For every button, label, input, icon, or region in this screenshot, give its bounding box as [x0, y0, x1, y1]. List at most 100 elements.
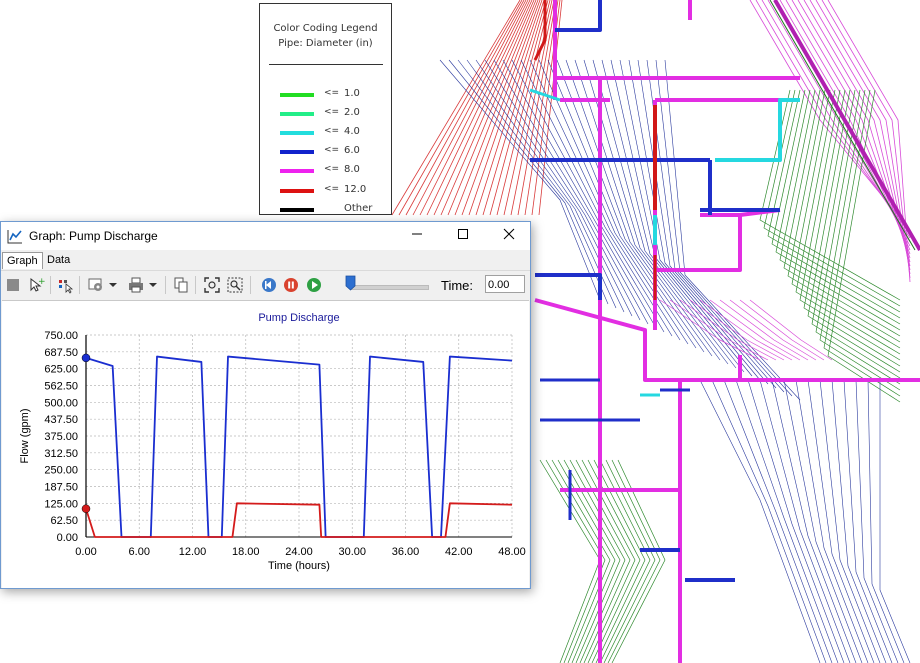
svg-text:+: +: [38, 277, 45, 287]
contour-line: [815, 89, 901, 385]
contour-line: [711, 379, 827, 663]
legend-op: <=: [324, 107, 340, 117]
y-axis-label: Flow (gpm): [19, 408, 31, 463]
chevron-down-icon[interactable]: [107, 276, 119, 294]
tab-data[interactable]: Data: [43, 252, 74, 268]
settings-gear-icon[interactable]: [87, 276, 105, 294]
rewind-icon[interactable]: [260, 276, 278, 294]
legend-value: 6.0: [344, 145, 360, 156]
contour-line: [628, 59, 769, 385]
y-tick-label: 250.00: [44, 465, 78, 477]
legend-value: 1.0: [344, 88, 360, 99]
contour-line: [779, 89, 901, 331]
y-tick-label: 125.00: [44, 498, 78, 510]
legend-swatch: [280, 112, 314, 116]
contour-line: [398, 0, 523, 216]
zoom-extents-icon[interactable]: [203, 276, 221, 294]
print-icon[interactable]: [127, 276, 145, 294]
contour-line: [637, 59, 777, 389]
legend-swatch: [280, 150, 314, 154]
contour-line: [723, 379, 833, 663]
contour-line: [646, 59, 785, 393]
pump-discharge-chart: Pump Discharge 750.00 687.50 625.00 562.50 50…: [19, 312, 526, 572]
contour-line: [747, 379, 845, 663]
contour-line: [468, 0, 543, 216]
tab-graph[interactable]: Graph: [2, 252, 43, 269]
graph-app-icon: [7, 230, 22, 244]
x-tick-label: 42.00: [445, 546, 473, 558]
legend-op: <=: [324, 145, 340, 155]
close-button[interactable]: [486, 222, 532, 250]
contour-line: [454, 0, 539, 216]
maximize-icon: [458, 229, 468, 239]
copy-icon[interactable]: [172, 276, 190, 294]
contour-line: [791, 89, 901, 349]
time-slider-thumb[interactable]: [345, 275, 356, 291]
contour-line: [405, 0, 525, 216]
contour-line: [749, 299, 833, 361]
contour-line: [807, 379, 875, 663]
contour-line: [655, 59, 793, 397]
y-tick-label: 500.00: [44, 397, 78, 409]
play-icon[interactable]: [305, 276, 323, 294]
boundary-line: [769, 0, 916, 251]
y-tick-label: 0.00: [57, 532, 78, 544]
maximize-button[interactable]: [440, 222, 486, 250]
legend-value: 12.0: [344, 184, 367, 195]
contour-line: [843, 379, 893, 663]
y-tick-label: 687.50: [44, 347, 78, 359]
chart-title: Pump Discharge: [258, 312, 339, 324]
x-tick-label: 30.00: [338, 546, 366, 558]
time-slider-track[interactable]: [351, 285, 429, 290]
x-tick-label: 18.00: [232, 546, 260, 558]
title-bar[interactable]: Graph: Pump Discharge: [1, 222, 530, 250]
y-tick-label: 625.00: [44, 364, 78, 376]
contour-line: [659, 299, 761, 361]
contour-line: [783, 379, 863, 663]
time-label: Time:: [441, 278, 474, 293]
select-pointer-icon[interactable]: +: [27, 276, 45, 294]
zoom-window-icon[interactable]: [226, 276, 244, 294]
legend-swatch: [280, 93, 314, 97]
chevron-down-icon[interactable]: [147, 276, 159, 294]
graph-window[interactable]: Graph: Pump Discharge Graph Data + Time:…: [0, 221, 531, 589]
pipe-4in: [715, 98, 800, 162]
legend-swatch: [280, 208, 314, 212]
legend-op: <=: [324, 88, 340, 98]
stop-icon[interactable]: [282, 276, 300, 294]
x-tick-label: 6.00: [129, 546, 150, 558]
series-select-icon[interactable]: [56, 276, 74, 294]
x-tick-label: 0.00: [75, 546, 96, 558]
contour-line: [699, 379, 821, 663]
y-tick-label: 750.00: [44, 330, 78, 342]
y-tick-label: 375.00: [44, 431, 78, 443]
legend-swatch: [280, 189, 314, 193]
legend-row: Other: [280, 203, 385, 217]
contour-line: [855, 379, 899, 663]
minimize-button[interactable]: [394, 222, 440, 250]
contour-line: [879, 380, 911, 663]
legend-divider: [269, 64, 383, 65]
toolbar-separator: [250, 276, 251, 294]
legend-swatch: [280, 169, 314, 173]
graph-toolbar: + Time: 0.00: [1, 270, 530, 299]
legend-value: 2.0: [344, 107, 360, 118]
color-coding-legend: Color Coding Legend Pipe: Diameter (in) …: [259, 3, 392, 215]
legend-row: <= 4.0: [280, 126, 385, 140]
contour-line: [538, 59, 689, 345]
time-input[interactable]: 0.00: [485, 275, 525, 293]
legend-row: <= 8.0: [280, 164, 385, 178]
legend-value: 8.0: [344, 164, 360, 175]
x-tick-label: 24.00: [285, 546, 313, 558]
legend-op: <=: [324, 126, 340, 136]
contour-line: [489, 0, 549, 216]
contour-line: [729, 299, 817, 361]
legend-row: <= 6.0: [280, 145, 385, 159]
toolbar-separator: [165, 276, 166, 294]
legend-op: <=: [324, 164, 340, 174]
save-icon[interactable]: [4, 276, 22, 294]
y-tick-label: 62.50: [50, 515, 78, 527]
x-axis-label: Time (hours): [268, 560, 330, 572]
x-tick-label: 36.00: [392, 546, 420, 558]
contour-line: [412, 0, 527, 216]
